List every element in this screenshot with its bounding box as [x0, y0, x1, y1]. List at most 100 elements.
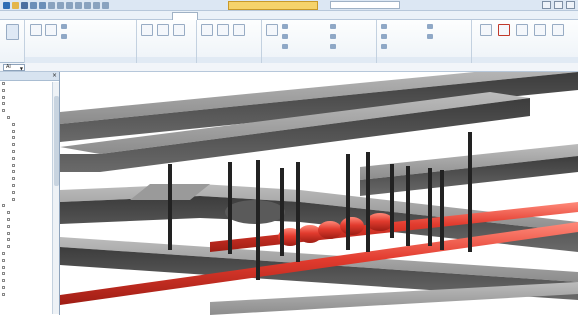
browser-tree-item[interactable]	[0, 292, 52, 300]
ribbon-small-item[interactable]	[282, 23, 327, 30]
expand-toggle-icon[interactable]	[2, 272, 5, 276]
browser-tree-item[interactable]	[0, 143, 52, 150]
browser-tree-item[interactable]	[0, 88, 52, 96]
measure-icon[interactable]	[57, 2, 64, 9]
undo-icon[interactable]	[30, 2, 37, 9]
browser-tree-item[interactable]	[0, 163, 52, 171]
browser-tree-item[interactable]	[0, 115, 52, 123]
expand-toggle-icon[interactable]	[12, 197, 15, 201]
close-icon[interactable]: ×	[52, 72, 57, 80]
expand-toggle-icon[interactable]	[7, 238, 10, 242]
expand-toggle-icon[interactable]	[2, 265, 5, 269]
project-browser-scrollbar[interactable]	[52, 82, 59, 314]
ribbon-tab[interactable]	[228, 12, 254, 20]
ribbon-small-item[interactable]	[381, 33, 426, 40]
ribbon-tab[interactable]	[340, 12, 366, 20]
switch-windows-icon[interactable]	[102, 2, 109, 9]
ribbon-small-item[interactable]	[330, 23, 375, 30]
visibility-button[interactable]	[266, 24, 278, 36]
browser-tree-item[interactable]	[0, 109, 52, 116]
browser-tree-item[interactable]	[0, 82, 52, 89]
type-selector[interactable]: Ai ▼	[3, 64, 25, 71]
ribbon-small-item[interactable]	[61, 23, 131, 30]
browser-tree-item[interactable]	[0, 251, 52, 259]
expand-toggle-icon[interactable]	[2, 279, 5, 283]
expand-toggle-icon[interactable]	[7, 211, 10, 215]
type-properties-button[interactable]	[30, 24, 42, 36]
switch-windows-button[interactable]	[480, 24, 492, 36]
app-menu-icon[interactable]	[3, 2, 10, 9]
browser-tree-item[interactable]	[0, 204, 52, 211]
browser-tree-item[interactable]	[0, 231, 52, 239]
ribbon-small-item[interactable]	[61, 33, 131, 40]
expand-toggle-icon[interactable]	[2, 95, 5, 99]
sheet-button[interactable]	[201, 24, 213, 36]
print-icon[interactable]	[48, 2, 55, 9]
expand-toggle-icon[interactable]	[12, 149, 15, 153]
3d-viewport[interactable]	[60, 72, 578, 315]
ribbon-small-item[interactable]	[282, 33, 327, 40]
browser-tree-item[interactable]	[0, 156, 52, 164]
close-hidden-icon[interactable]	[93, 2, 100, 9]
ribbon-small-item[interactable]	[427, 23, 470, 30]
expand-toggle-icon[interactable]	[7, 224, 10, 228]
expand-toggle-icon[interactable]	[7, 217, 10, 221]
expand-toggle-icon[interactable]	[2, 251, 5, 255]
browser-tree-item[interactable]	[0, 224, 52, 232]
browser-tree-item[interactable]	[0, 183, 52, 191]
maximize-button[interactable]	[554, 1, 563, 9]
close-hidden-button[interactable]	[498, 24, 510, 36]
browser-tree-item[interactable]	[0, 217, 52, 225]
ribbon-tab[interactable]	[88, 12, 114, 20]
browser-tree-item[interactable]	[0, 258, 52, 266]
browser-tree-item[interactable]	[0, 170, 52, 177]
expand-toggle-icon[interactable]	[12, 177, 15, 181]
ribbon-small-item[interactable]	[330, 33, 375, 40]
ribbon-tab[interactable]	[200, 12, 226, 20]
minimize-button[interactable]	[542, 1, 551, 9]
title-block-button[interactable]	[217, 24, 229, 36]
expand-toggle-icon[interactable]	[2, 258, 5, 262]
ribbon-tab[interactable]	[284, 12, 310, 20]
view-placement-button[interactable]	[233, 24, 245, 36]
instance-properties-button[interactable]	[45, 24, 57, 36]
expand-toggle-icon[interactable]	[7, 231, 10, 235]
browser-tree-item[interactable]	[0, 238, 52, 245]
ribbon-small-item[interactable]	[282, 43, 327, 50]
browser-tree-item[interactable]	[0, 136, 52, 143]
expand-toggle-icon[interactable]	[12, 163, 15, 167]
browser-tree-item[interactable]	[0, 265, 52, 273]
ribbon-tab[interactable]	[32, 12, 58, 20]
expand-toggle-icon[interactable]	[12, 143, 15, 147]
ribbon-small-item[interactable]	[381, 43, 426, 50]
save-icon[interactable]	[21, 2, 28, 9]
3d-view-icon[interactable]	[75, 2, 82, 9]
expand-toggle-icon[interactable]	[7, 245, 10, 249]
browser-tree-item[interactable]	[0, 149, 52, 157]
ribbon-small-item[interactable]	[381, 23, 426, 30]
3d-view-button[interactable]	[157, 24, 169, 36]
open-icon[interactable]	[12, 2, 19, 9]
expand-toggle-icon[interactable]	[2, 88, 5, 92]
expand-toggle-icon[interactable]	[12, 156, 15, 160]
text-icon[interactable]	[66, 2, 73, 9]
expand-toggle-icon[interactable]	[2, 292, 5, 296]
expand-toggle-icon[interactable]	[2, 285, 5, 289]
ribbon-tab[interactable]	[144, 12, 170, 20]
redo-icon[interactable]	[39, 2, 46, 9]
ribbon-tab[interactable]	[312, 12, 338, 20]
plan-view-button[interactable]	[141, 24, 153, 36]
expand-toggle-icon[interactable]	[2, 204, 5, 208]
ribbon-tab[interactable]	[172, 12, 198, 20]
browser-tree-item[interactable]	[0, 279, 52, 286]
tile-button[interactable]	[552, 24, 564, 36]
browser-tree-item[interactable]	[0, 272, 52, 279]
ribbon-tab[interactable]	[116, 12, 142, 20]
section-icon[interactable]	[84, 2, 91, 9]
mep-model-view[interactable]	[60, 72, 578, 315]
expand-toggle-icon[interactable]	[12, 190, 15, 194]
expand-toggle-icon[interactable]	[12, 170, 15, 174]
modify-button[interactable]	[6, 24, 19, 40]
expand-toggle-icon[interactable]	[7, 115, 10, 119]
browser-tree-item[interactable]	[0, 197, 52, 205]
